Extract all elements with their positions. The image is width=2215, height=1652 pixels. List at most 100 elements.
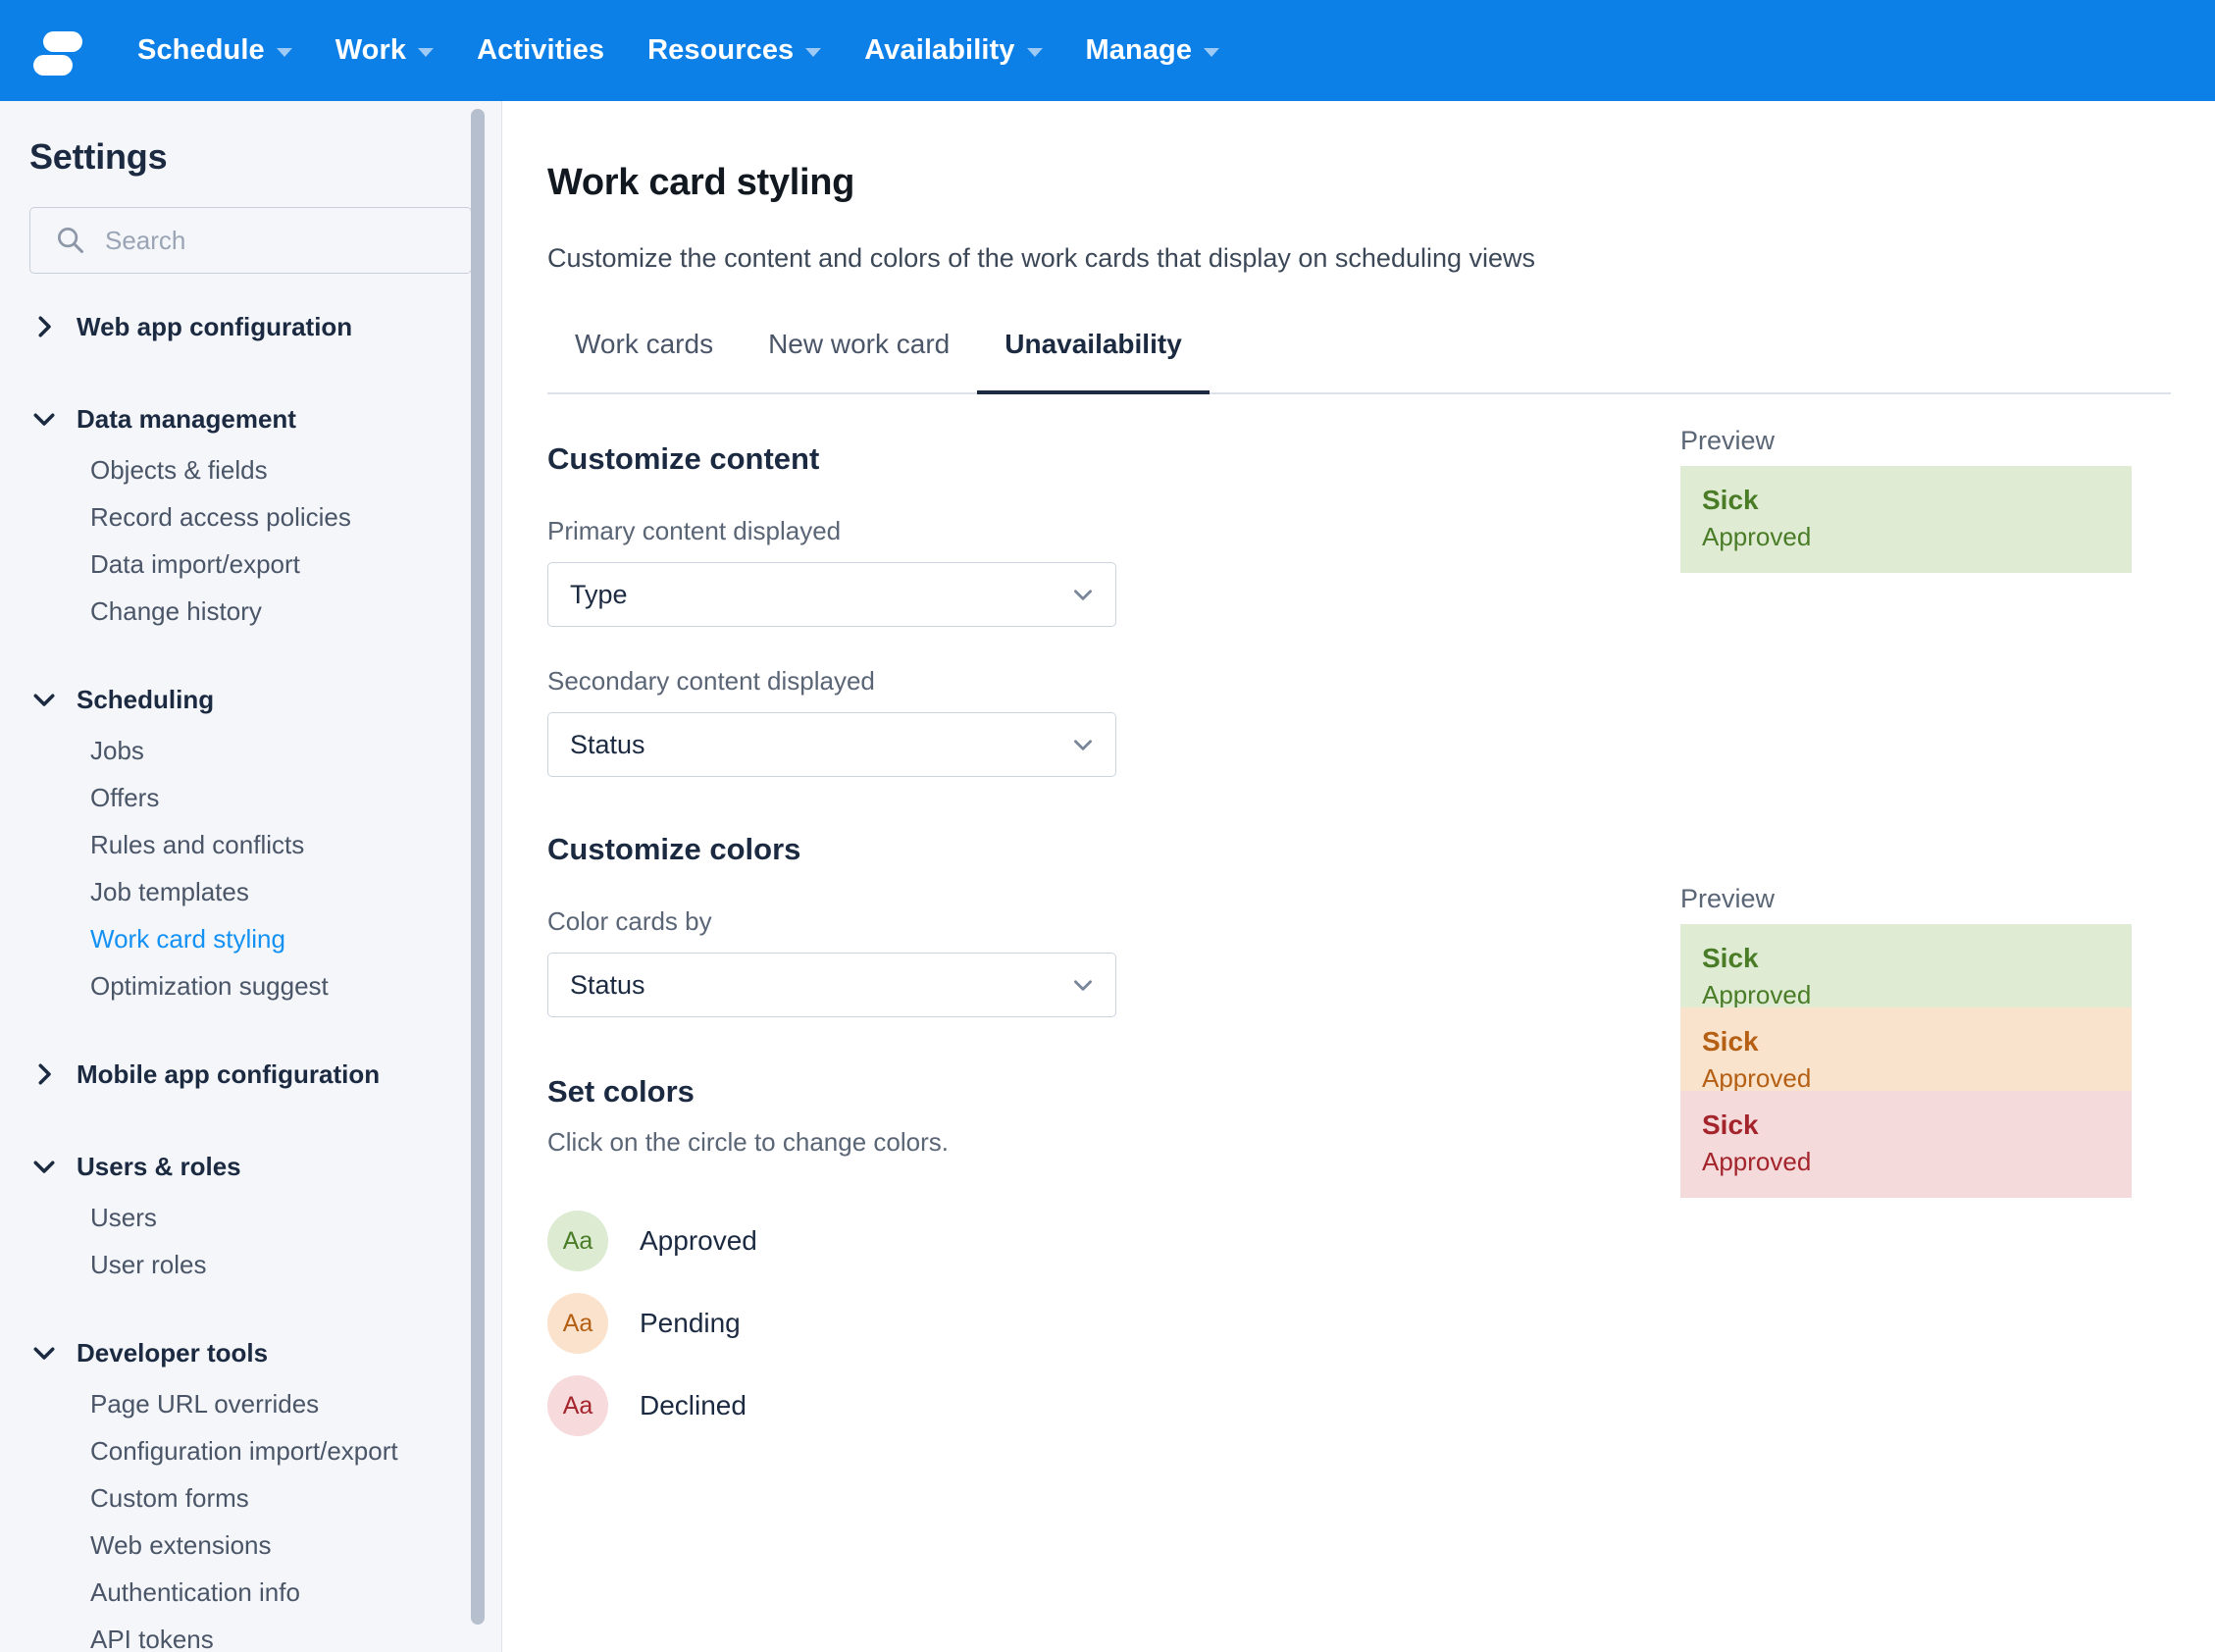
page-title: Work card styling	[503, 101, 2215, 204]
primary-content-value: Type	[570, 580, 628, 610]
sidebar-group-label: Developer tools	[77, 1338, 268, 1368]
color-row-label: Declined	[640, 1390, 747, 1421]
sidebar-item-offers[interactable]: Offers	[0, 774, 501, 821]
color-row: Aa Approved	[547, 1211, 2215, 1271]
preview-card: SickApproved	[1680, 466, 2132, 573]
sidebar-item-data-import-export[interactable]: Data import/export	[0, 541, 501, 588]
sidebar-group-mobile-app-configuration[interactable]: Mobile app configuration	[0, 1047, 501, 1102]
caret-down-icon	[277, 48, 292, 57]
sidebar-item-job-templates[interactable]: Job templates	[0, 868, 501, 915]
caret-down-icon	[418, 48, 434, 57]
search-input[interactable]	[29, 207, 472, 274]
logo-pill-top	[43, 31, 82, 52]
color-row-label: Pending	[640, 1308, 741, 1339]
color-cards-by-value: Status	[570, 970, 645, 1001]
nav-item-manage[interactable]: Manage	[1064, 25, 1242, 77]
sidebar-group-developer-tools[interactable]: Developer tools	[0, 1325, 501, 1380]
chevron-down-icon	[1070, 732, 1096, 757]
caret-down-icon	[1027, 48, 1043, 57]
sidebar-group-label: Web app configuration	[77, 312, 352, 342]
sidebar-item-page-url-overrides[interactable]: Page URL overrides	[0, 1380, 501, 1427]
sidebar-item-api-tokens[interactable]: API tokens	[0, 1616, 501, 1652]
search-field-wrapper	[29, 207, 472, 274]
color-swatch-declined[interactable]: Aa	[547, 1375, 608, 1436]
secondary-content-value: Status	[570, 730, 645, 760]
nav-item-label: Manage	[1086, 34, 1193, 67]
primary-content-select[interactable]: Type	[547, 562, 1116, 627]
sidebar-item-rules-and-conflicts[interactable]: Rules and conflicts	[0, 821, 501, 868]
sidebar-group-label: Mobile app configuration	[77, 1059, 380, 1090]
tab-bar: Work cardsNew work cardUnavailability	[547, 329, 2171, 394]
sidebar-group-label: Users & roles	[77, 1152, 241, 1182]
chevron-down-icon	[29, 1338, 59, 1368]
sidebar-title: Settings	[0, 101, 501, 178]
settings-sidebar: Settings Web app configuration Data manag…	[0, 101, 502, 1652]
nav-item-label: Schedule	[137, 34, 265, 67]
preview-card-title: Sick	[1702, 1108, 2132, 1142]
tab-new-work-card[interactable]: New work card	[741, 329, 977, 392]
sidebar-item-record-access-policies[interactable]: Record access policies	[0, 493, 501, 541]
nav-item-label: Availability	[864, 34, 1014, 67]
chevron-down-icon	[29, 685, 59, 714]
preview-card-title: Sick	[1702, 941, 2132, 975]
nav-item-label: Activities	[477, 34, 604, 67]
sidebar-group-label: Scheduling	[77, 685, 214, 715]
sidebar-group-web-app-configuration[interactable]: Web app configuration	[0, 299, 501, 354]
nav-item-resources[interactable]: Resources	[626, 25, 843, 77]
logo-icon[interactable]	[29, 24, 80, 78]
color-swatch-pending[interactable]: Aa	[547, 1293, 608, 1354]
sidebar-group-data-management[interactable]: Data management	[0, 391, 501, 446]
customize-colors-heading: Customize colors	[547, 832, 2215, 867]
color-row: Aa Declined	[547, 1375, 2215, 1436]
nav-item-label: Resources	[647, 34, 794, 67]
sidebar-group-spacer	[0, 354, 501, 391]
color-cards-by-select[interactable]: Status	[547, 953, 1116, 1017]
sidebar-item-custom-forms[interactable]: Custom forms	[0, 1474, 501, 1522]
sidebar-scrollbar[interactable]	[471, 109, 485, 1625]
chevron-right-icon	[29, 312, 59, 341]
color-rows-list: Aa Approved Aa Pending Aa Declined	[503, 1211, 2215, 1436]
preview-card-subtitle: Approved	[1702, 521, 2132, 554]
secondary-content-select[interactable]: Status	[547, 712, 1116, 777]
sidebar-group-scheduling[interactable]: Scheduling	[0, 672, 501, 727]
nav-item-availability[interactable]: Availability	[843, 25, 1063, 77]
preview-bottom-label: Preview	[1680, 884, 1775, 914]
preview-card-title: Sick	[1702, 1024, 2132, 1058]
sidebar-item-users[interactable]: Users	[0, 1194, 501, 1241]
nav-item-work[interactable]: Work	[314, 25, 455, 77]
sidebar-item-web-extensions[interactable]: Web extensions	[0, 1522, 501, 1569]
nav-item-schedule[interactable]: Schedule	[116, 25, 314, 77]
logo-pill-bottom	[33, 55, 73, 76]
sidebar-item-configuration-import-export[interactable]: Configuration import/export	[0, 1427, 501, 1474]
color-row-label: Approved	[640, 1225, 757, 1257]
preview-card: Sick Approved	[1680, 1091, 2132, 1198]
sidebar-group-spacer	[0, 635, 501, 672]
tab-unavailability[interactable]: Unavailability	[977, 329, 1210, 392]
chevron-down-icon	[1070, 972, 1096, 998]
sidebar-group-users-roles[interactable]: Users & roles	[0, 1139, 501, 1194]
preview-top-label: Preview	[1680, 426, 1775, 456]
sidebar-item-objects-fields[interactable]: Objects & fields	[0, 446, 501, 493]
nav-item-label: Work	[335, 34, 406, 67]
sidebar-group-spacer	[0, 1009, 501, 1047]
sidebar-item-work-card-styling[interactable]: Work card styling	[0, 915, 501, 962]
sidebar-item-user-roles[interactable]: User roles	[0, 1241, 501, 1288]
sidebar-group-spacer	[0, 1102, 501, 1139]
nav-item-activities[interactable]: Activities	[455, 25, 626, 77]
tab-work-cards[interactable]: Work cards	[547, 329, 741, 392]
sidebar-item-jobs[interactable]: Jobs	[0, 727, 501, 774]
chevron-down-icon	[29, 404, 59, 434]
caret-down-icon	[1204, 48, 1219, 57]
sidebar-item-authentication-info[interactable]: Authentication info	[0, 1569, 501, 1616]
sidebar-group-spacer	[0, 1288, 501, 1325]
sidebar-item-optimization-suggest[interactable]: Optimization suggest	[0, 962, 501, 1009]
chevron-right-icon	[29, 1059, 59, 1089]
color-swatch-approved[interactable]: Aa	[547, 1211, 608, 1271]
sidebar-item-change-history[interactable]: Change history	[0, 588, 501, 635]
secondary-content-label: Secondary content displayed	[547, 666, 2215, 697]
page-subtitle: Customize the content and colors of the …	[503, 204, 2215, 274]
sidebar-nav-list: Web app configuration Data managementObje…	[0, 299, 501, 1652]
preview-card-subtitle: Approved	[1702, 1146, 2132, 1179]
top-navigation-bar: Schedule Work Activities Resources Availabil…	[0, 0, 2215, 101]
caret-down-icon	[805, 48, 821, 57]
